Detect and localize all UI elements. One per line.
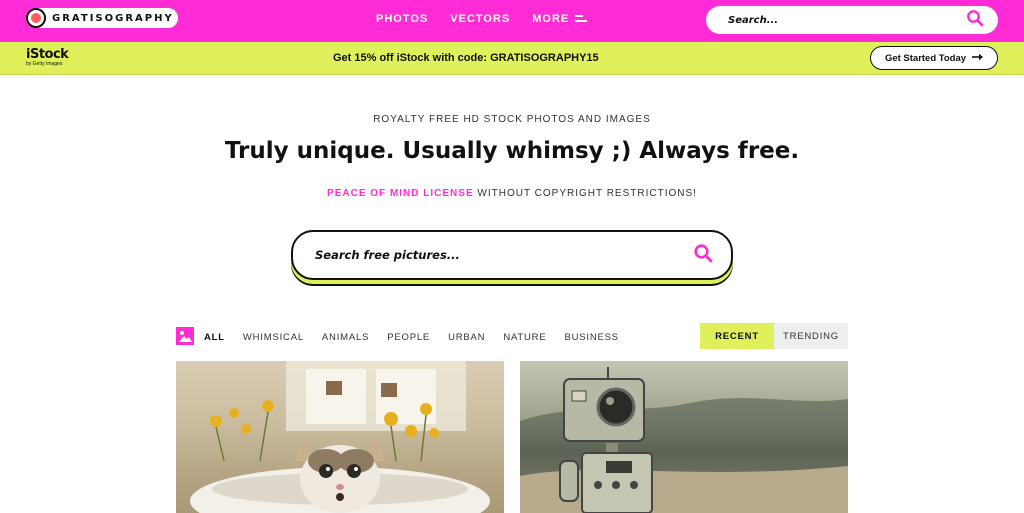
hero-headline: Truly unique. Usually whimsy ;) Always f… [224, 138, 800, 164]
get-started-label: Get Started Today [884, 52, 967, 64]
main-nav: PHOTOS VECTORS MORE [376, 13, 588, 25]
hero-eyebrow: ROYALTY FREE HD STOCK PHOTOS AND IMAGES [373, 114, 651, 125]
license-line: PEACE OF MIND LICENSE WITHOUT COPYRIGHT … [0, 188, 1024, 199]
logo-text: GRATISOGRAPHY [52, 12, 174, 24]
istock-promo-bar: iStock by Getty Images Get 15% off iStoc… [0, 42, 1024, 75]
header-search-box [706, 6, 998, 34]
search-icon[interactable] [693, 243, 713, 268]
header-search-input[interactable] [728, 14, 966, 26]
sort-toggle: RECENT TRENDING [700, 323, 848, 349]
photo-card-retro-robot[interactable] [520, 361, 848, 513]
filter-animals[interactable]: ANIMALS [322, 332, 369, 343]
istock-brand-sub: by Getty Images [26, 61, 63, 67]
filter-all[interactable]: ALL [204, 332, 225, 343]
hero-search-input[interactable] [315, 248, 693, 262]
photo-card-cat-in-bathtub[interactable] [176, 361, 504, 513]
filter-urban[interactable]: URBAN [448, 332, 485, 343]
filter-people[interactable]: PEOPLE [387, 332, 430, 343]
license-text: WITHOUT COPYRIGHT RESTRICTIONS! [477, 188, 697, 199]
nav-more[interactable]: MORE [532, 13, 588, 25]
sort-trending[interactable]: TRENDING [774, 323, 848, 349]
nav-vectors[interactable]: VECTORS [450, 13, 510, 25]
filter-nature[interactable]: NATURE [503, 332, 546, 343]
istock-brand: iStock [26, 47, 69, 62]
filter-business[interactable]: BUSINESS [564, 332, 618, 343]
nav-photos[interactable]: PHOTOS [376, 13, 428, 25]
arrow-right-icon [972, 53, 984, 64]
image-filter-icon [176, 327, 194, 345]
logo-mark-icon [26, 8, 46, 28]
category-filters: ALL WHIMSICAL ANIMALS PEOPLE URBAN NATUR… [204, 332, 619, 343]
menu-icon [575, 15, 588, 23]
istock-logo[interactable]: iStock by Getty Images [26, 47, 69, 67]
get-started-button[interactable]: Get Started Today [870, 46, 998, 70]
sort-recent[interactable]: RECENT [700, 323, 774, 349]
promo-text: Get 15% off iStock with code: GRATISOGRA… [333, 52, 599, 64]
gratisography-logo[interactable]: GRATISOGRAPHY [26, 8, 178, 28]
hero-search-box [291, 230, 733, 280]
top-navigation: GRATISOGRAPHY PHOTOS VECTORS MORE [0, 0, 1024, 42]
nav-more-label: MORE [532, 13, 570, 25]
license-link[interactable]: PEACE OF MIND LICENSE [327, 188, 474, 199]
filter-whimsical[interactable]: WHIMSICAL [243, 332, 304, 343]
search-icon[interactable] [966, 9, 984, 32]
